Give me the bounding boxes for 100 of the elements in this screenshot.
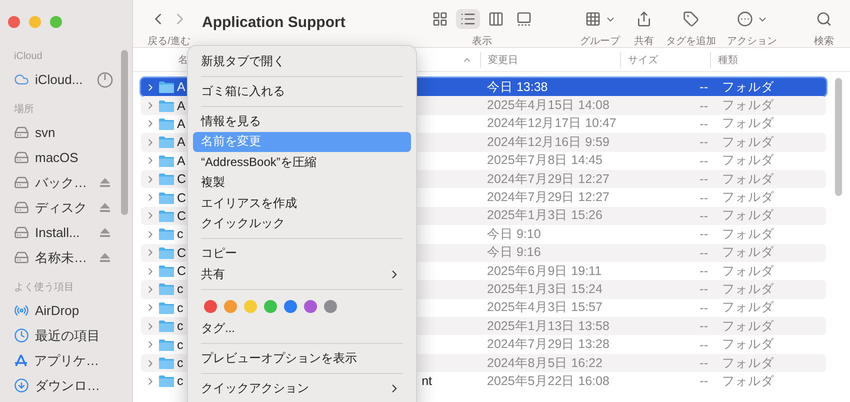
folder-icon	[159, 357, 174, 370]
file-name[interactable]: A	[177, 154, 186, 168]
eject-icon[interactable]	[100, 178, 110, 187]
tag-color-dot[interactable]	[324, 300, 337, 312]
sidebar-item[interactable]: svn	[35, 125, 56, 140]
folder-icon	[159, 283, 174, 296]
toolbar-label: 表示	[472, 34, 492, 48]
date-cell-text: 今日 9:16	[487, 244, 542, 262]
toolbar-label[interactable]: アクション	[727, 34, 777, 48]
tag-color-dot[interactable]	[204, 300, 217, 312]
sidebar-item[interactable]: iCloud...	[35, 72, 83, 87]
grid-icon	[432, 11, 448, 27]
eject-icon[interactable]	[100, 203, 110, 212]
menu-item[interactable]: コピー	[193, 244, 411, 264]
column-title[interactable]: 変更日	[488, 52, 518, 66]
file-name[interactable]: c	[177, 356, 184, 370]
menu-item[interactable]: クイックルック	[193, 214, 411, 234]
drive-icon	[14, 200, 29, 215]
sidebar-item[interactable]: アプリケ…	[34, 352, 99, 370]
folder-icon	[159, 173, 174, 186]
airdrop-icon	[14, 303, 29, 318]
size-cell-text: --	[698, 338, 709, 352]
drive-icon	[14, 225, 29, 240]
folder-icon	[159, 100, 174, 112]
folder-icon	[159, 154, 174, 167]
menu-item[interactable]: “AddressBook”を圧縮	[193, 152, 411, 172]
file-name[interactable]: c	[177, 282, 184, 296]
zoom-button[interactable]	[50, 16, 62, 28]
file-name[interactable]: C	[177, 208, 186, 223]
menu-item[interactable]: クイックアクション	[193, 378, 411, 398]
folder-icon	[159, 228, 174, 240]
size-cell-text: --	[698, 172, 709, 186]
menu-item[interactable]: 複製	[193, 172, 411, 193]
scrollbar[interactable]	[121, 50, 128, 215]
file-name[interactable]: A	[177, 135, 186, 150]
menu-item[interactable]: 共有	[193, 264, 411, 284]
kind-cell: フォルダ	[722, 207, 774, 224]
toolbar-label[interactable]: 共有	[634, 34, 654, 48]
file-name[interactable]: c	[177, 227, 184, 242]
menu-item[interactable]: 情報を見る	[193, 111, 411, 132]
tag-color-dot[interactable]	[264, 300, 277, 312]
search-icon	[816, 11, 832, 27]
file-name[interactable]: c	[177, 338, 184, 352]
date-cell-text: 2025年7月8日 14:45	[487, 152, 604, 170]
file-name[interactable]: C	[177, 246, 186, 260]
folder-icon	[159, 192, 174, 204]
toolbar-label: 戻る/進む	[148, 34, 190, 48]
ellipsis-icon	[736, 11, 752, 27]
sidebar-item[interactable]: macOS	[35, 150, 78, 165]
size-cell-text: --	[698, 300, 709, 315]
scrollbar[interactable]	[835, 78, 842, 196]
file-name[interactable]: A	[177, 80, 186, 94]
tag-color-dot[interactable]	[304, 300, 317, 312]
kind-cell: フォルダ	[722, 372, 774, 390]
size-cell-text: --	[698, 98, 709, 113]
toolbar-label[interactable]: タグを追加	[666, 34, 716, 48]
eject-icon[interactable]	[100, 253, 110, 262]
tag-color-dot[interactable]	[244, 300, 257, 312]
sidebar-item[interactable]: ダウンロ…	[35, 376, 100, 394]
file-name[interactable]: C	[177, 264, 186, 278]
file-name[interactable]: C	[177, 190, 186, 205]
folder-icon	[159, 375, 174, 388]
file-name[interactable]: c	[177, 319, 184, 334]
sidebar-item[interactable]: AirDrop	[35, 303, 80, 318]
column-title[interactable]: サイズ	[628, 52, 658, 66]
toolbar-label[interactable]: グループ	[580, 34, 620, 48]
view-button[interactable]	[456, 9, 480, 29]
sidebar-item[interactable]: Install...	[35, 225, 80, 240]
file-name[interactable]: A	[177, 116, 186, 131]
toolbar-label[interactable]: 検索	[814, 34, 834, 48]
date-cell-text: 2024年7月29日 13:28	[487, 336, 610, 354]
menu-item[interactable]: プレビューオプションを表示	[193, 348, 411, 368]
close-button[interactable]	[8, 16, 20, 28]
kind-cell: フォルダ	[722, 97, 774, 114]
sidebar-item[interactable]: バック…	[35, 174, 87, 192]
column-title[interactable]: 種類	[718, 52, 738, 66]
file-name[interactable]: C	[177, 172, 186, 186]
date-cell-text: 2025年1月13日 13:58	[487, 318, 610, 335]
menu-item[interactable]: タグ...	[193, 318, 411, 338]
folder-icon	[159, 302, 174, 314]
date-cell-text: 2025年1月3日 15:26	[487, 207, 604, 224]
file-name[interactable]: c	[177, 300, 184, 315]
menu-item[interactable]: エイリアスを作成	[193, 193, 411, 214]
menu-item[interactable]: 新規タブで開く	[193, 51, 411, 72]
file-name[interactable]: nt	[422, 374, 432, 388]
date-cell-text: 2024年7月29日 12:27	[487, 189, 610, 206]
eject-icon[interactable]	[100, 228, 110, 237]
sidebar-item[interactable]: ディスク	[35, 198, 87, 216]
date-cell-text: 2025年4月15日 14:08	[487, 97, 610, 114]
column-title[interactable]: 名	[178, 52, 188, 66]
tag-color-dot[interactable]	[284, 300, 297, 312]
tag-color-dot[interactable]	[224, 300, 237, 312]
menu-item[interactable]: ゴミ箱に入れる	[193, 81, 411, 102]
folder-icon	[159, 81, 174, 94]
sidebar-item[interactable]: 最近の項目	[35, 326, 100, 344]
sidebar-section-label: よく使う項目	[13, 281, 75, 295]
kind-cell: フォルダ	[722, 354, 774, 372]
file-name[interactable]: c	[177, 374, 184, 388]
file-name[interactable]: A	[177, 98, 186, 113]
sidebar-item[interactable]: 名称未…	[35, 248, 87, 266]
